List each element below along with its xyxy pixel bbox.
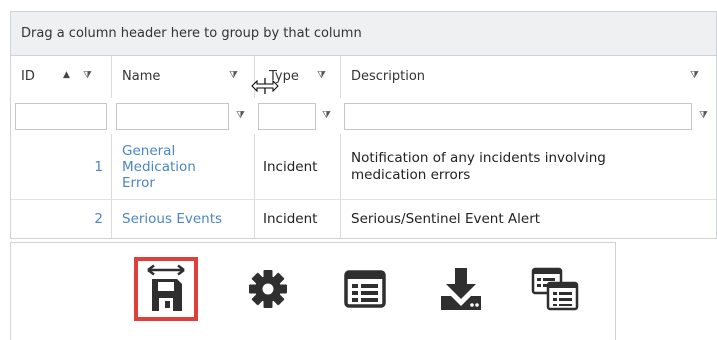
filter-input-name[interactable] bbox=[116, 103, 229, 130]
grid-layout-icon bbox=[344, 270, 386, 308]
column-resize-cursor-icon bbox=[251, 78, 279, 94]
cell-id: 2 bbox=[11, 200, 112, 238]
column-header-label: ID bbox=[21, 69, 35, 84]
data-grid: Drag a column header here to group by th… bbox=[10, 11, 717, 239]
filter-input-description[interactable] bbox=[344, 103, 692, 130]
multi-grid-icon bbox=[531, 267, 579, 311]
column-header-row: ID ▲ ⧩ Name ⧩ Type ⧩ Description ⧩ bbox=[11, 56, 716, 99]
cell-type: Incident bbox=[255, 134, 341, 199]
filter-cell-description: ⧩ bbox=[341, 98, 716, 134]
filter-input-id[interactable] bbox=[15, 103, 107, 130]
gear-icon bbox=[249, 270, 287, 308]
grid-toolbar bbox=[10, 242, 616, 340]
funnel-icon[interactable]: ⧩ bbox=[229, 70, 238, 81]
save-column-width-button[interactable] bbox=[134, 257, 198, 321]
filter-row: ⧩ ⧩ ⧩ bbox=[11, 98, 716, 135]
table-row[interactable]: 1 General Medication Error Incident Noti… bbox=[11, 134, 716, 200]
funnel-icon[interactable]: ⧩ bbox=[236, 110, 245, 121]
cell-name-link[interactable]: General Medication Error bbox=[112, 134, 255, 199]
cell-type: Incident bbox=[255, 200, 341, 238]
download-button[interactable] bbox=[429, 257, 493, 321]
filter-input-type[interactable] bbox=[258, 103, 316, 130]
settings-button[interactable] bbox=[236, 257, 300, 321]
multi-grid-button[interactable] bbox=[523, 257, 587, 321]
column-header-description[interactable]: Description ⧩ bbox=[341, 56, 716, 98]
filter-cell-id bbox=[11, 98, 112, 134]
cell-id: 1 bbox=[11, 134, 112, 199]
column-header-label: Description bbox=[351, 69, 426, 84]
column-header-label: Name bbox=[122, 69, 161, 84]
column-header-name[interactable]: Name ⧩ bbox=[112, 56, 255, 98]
column-header-id[interactable]: ID ▲ ⧩ bbox=[11, 56, 112, 98]
cell-name-text: General Medication Error bbox=[122, 142, 196, 191]
funnel-icon[interactable]: ⧩ bbox=[317, 70, 326, 81]
sort-ascending-icon[interactable]: ▲ bbox=[63, 70, 70, 80]
save-column-width-icon bbox=[147, 264, 185, 311]
download-icon bbox=[441, 268, 481, 310]
group-by-panel[interactable]: Drag a column header here to group by th… bbox=[11, 12, 716, 56]
filter-cell-type: ⧩ bbox=[255, 98, 341, 134]
cell-description: Serious/Sentinel Event Alert bbox=[351, 210, 541, 227]
funnel-icon[interactable]: ⧩ bbox=[690, 70, 699, 81]
table-row[interactable]: 2 Serious Events Incident Serious/Sentin… bbox=[11, 200, 716, 238]
funnel-icon[interactable]: ⧩ bbox=[699, 110, 708, 121]
grid-layout-button[interactable] bbox=[333, 257, 397, 321]
funnel-icon[interactable]: ⧩ bbox=[83, 70, 92, 81]
group-by-hint: Drag a column header here to group by th… bbox=[21, 26, 362, 41]
cell-description: Notification of any incidents involving … bbox=[341, 134, 716, 199]
funnel-icon[interactable]: ⧩ bbox=[322, 110, 331, 121]
cell-description-text: Notification of any incidents involving … bbox=[351, 149, 606, 183]
cell-name-link[interactable]: Serious Events bbox=[112, 200, 255, 238]
filter-cell-name: ⧩ bbox=[112, 98, 255, 134]
